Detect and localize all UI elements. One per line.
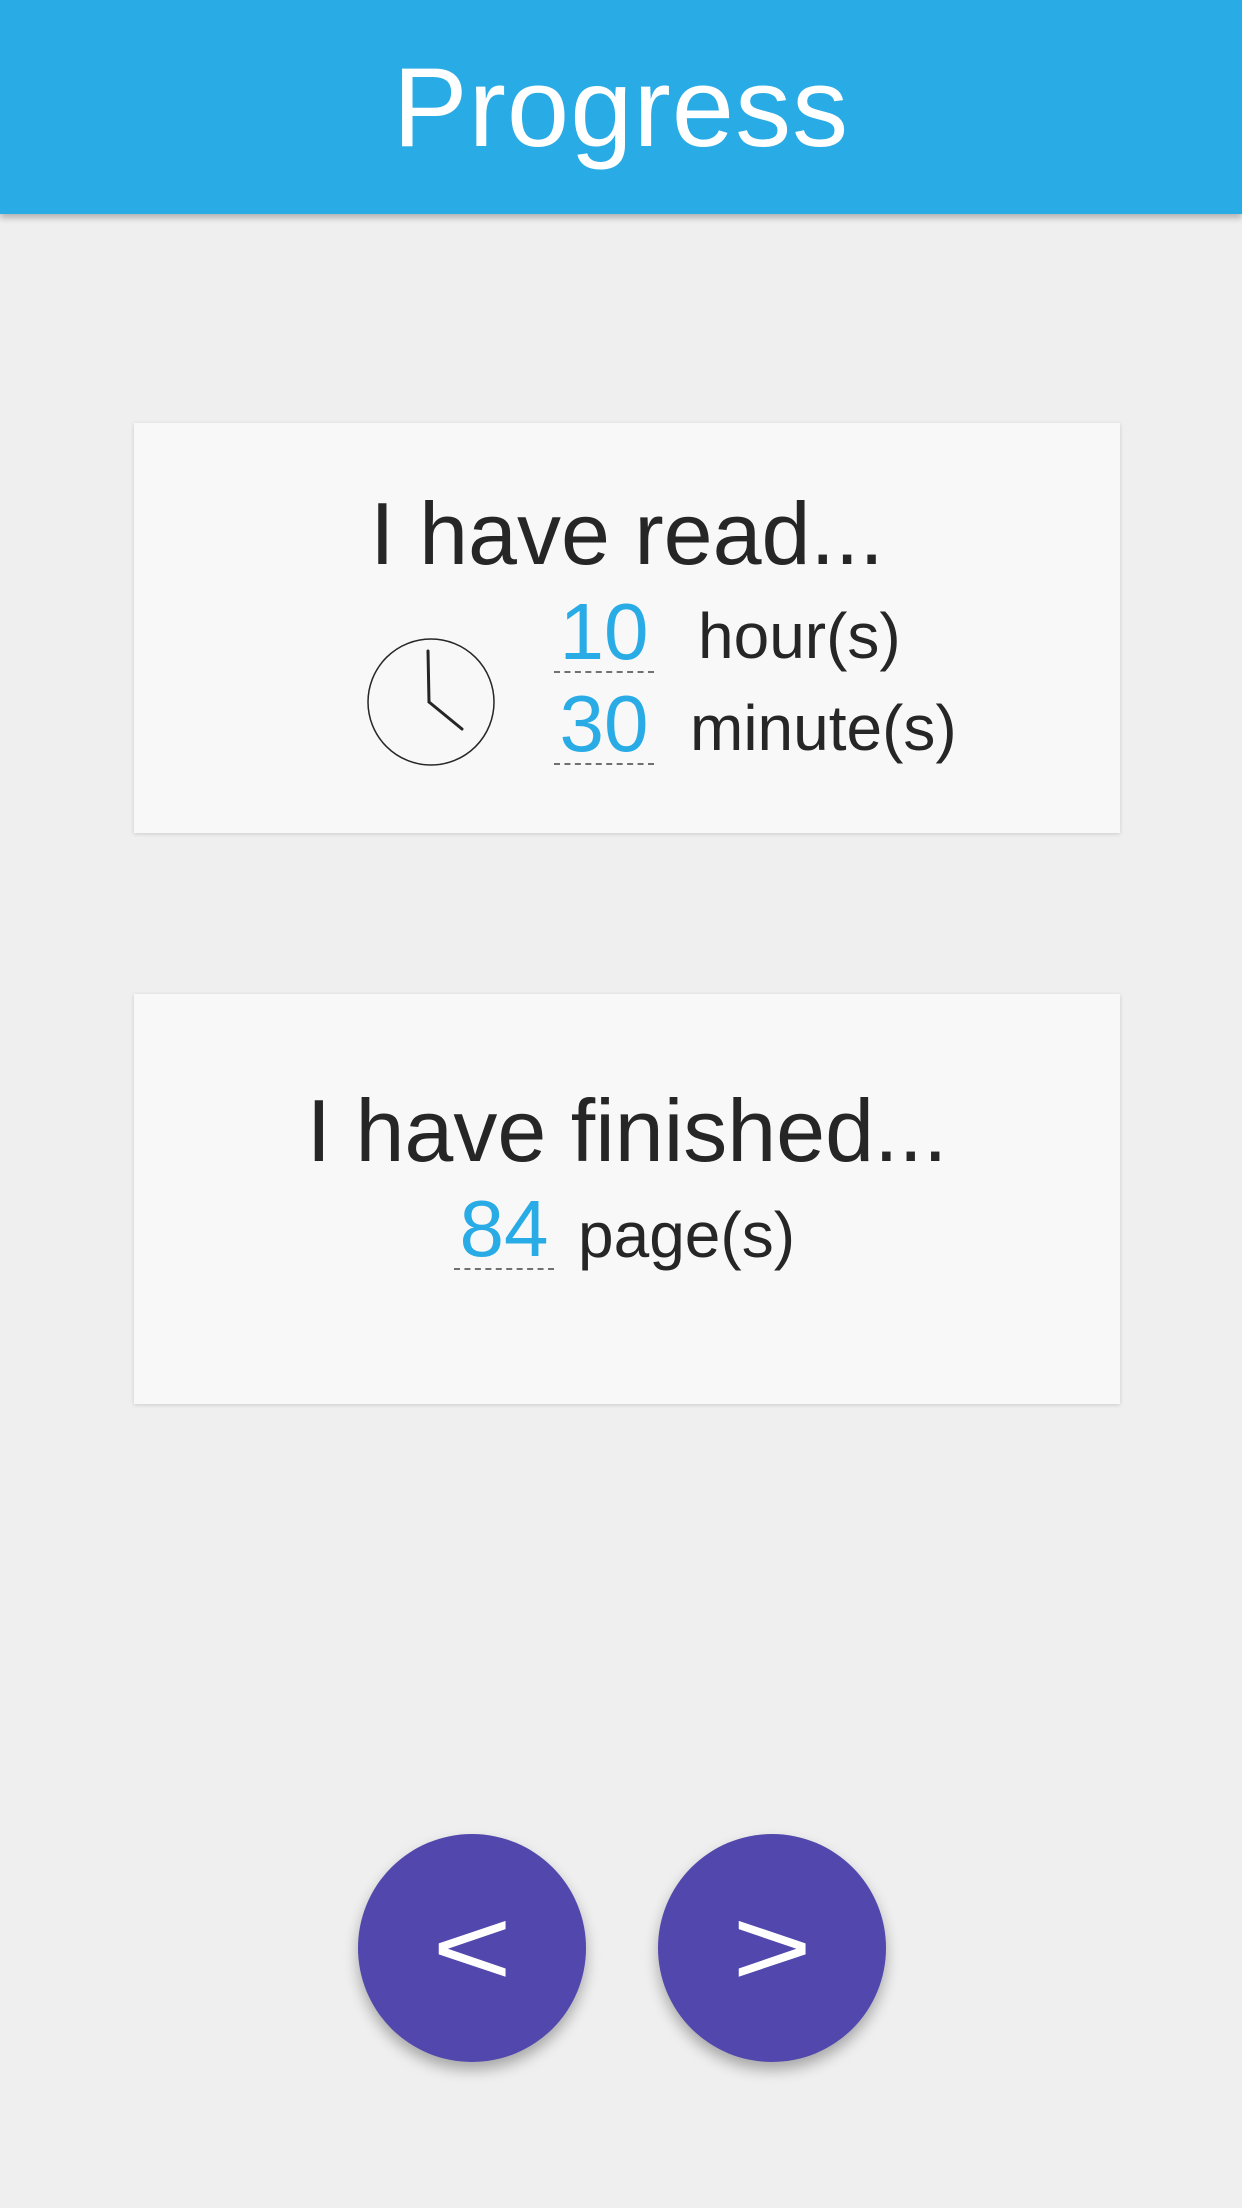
page-title: Progress [392, 44, 850, 170]
minutes-unit-label: minute(s) [690, 692, 957, 764]
back-button[interactable]: < [358, 1834, 586, 2062]
pages-finished-card: I have finished... page(s) [134, 994, 1120, 1404]
pages-unit-label: page(s) [578, 1199, 795, 1271]
reading-time-heading: I have read... [370, 484, 884, 583]
minutes-input[interactable] [554, 685, 654, 765]
next-button[interactable]: > [658, 1834, 886, 2062]
back-label: < [431, 1886, 513, 2009]
reading-time-card: I have read... hour(s) minute(s) [134, 423, 1120, 833]
clock-icon [367, 638, 495, 766]
hours-unit-label: hour(s) [698, 600, 901, 672]
pages-input[interactable] [454, 1190, 554, 1270]
pages-finished-heading: I have finished... [306, 1081, 948, 1180]
next-label: > [731, 1886, 813, 2009]
hours-input[interactable] [554, 593, 654, 673]
app-bar: Progress [0, 0, 1242, 214]
